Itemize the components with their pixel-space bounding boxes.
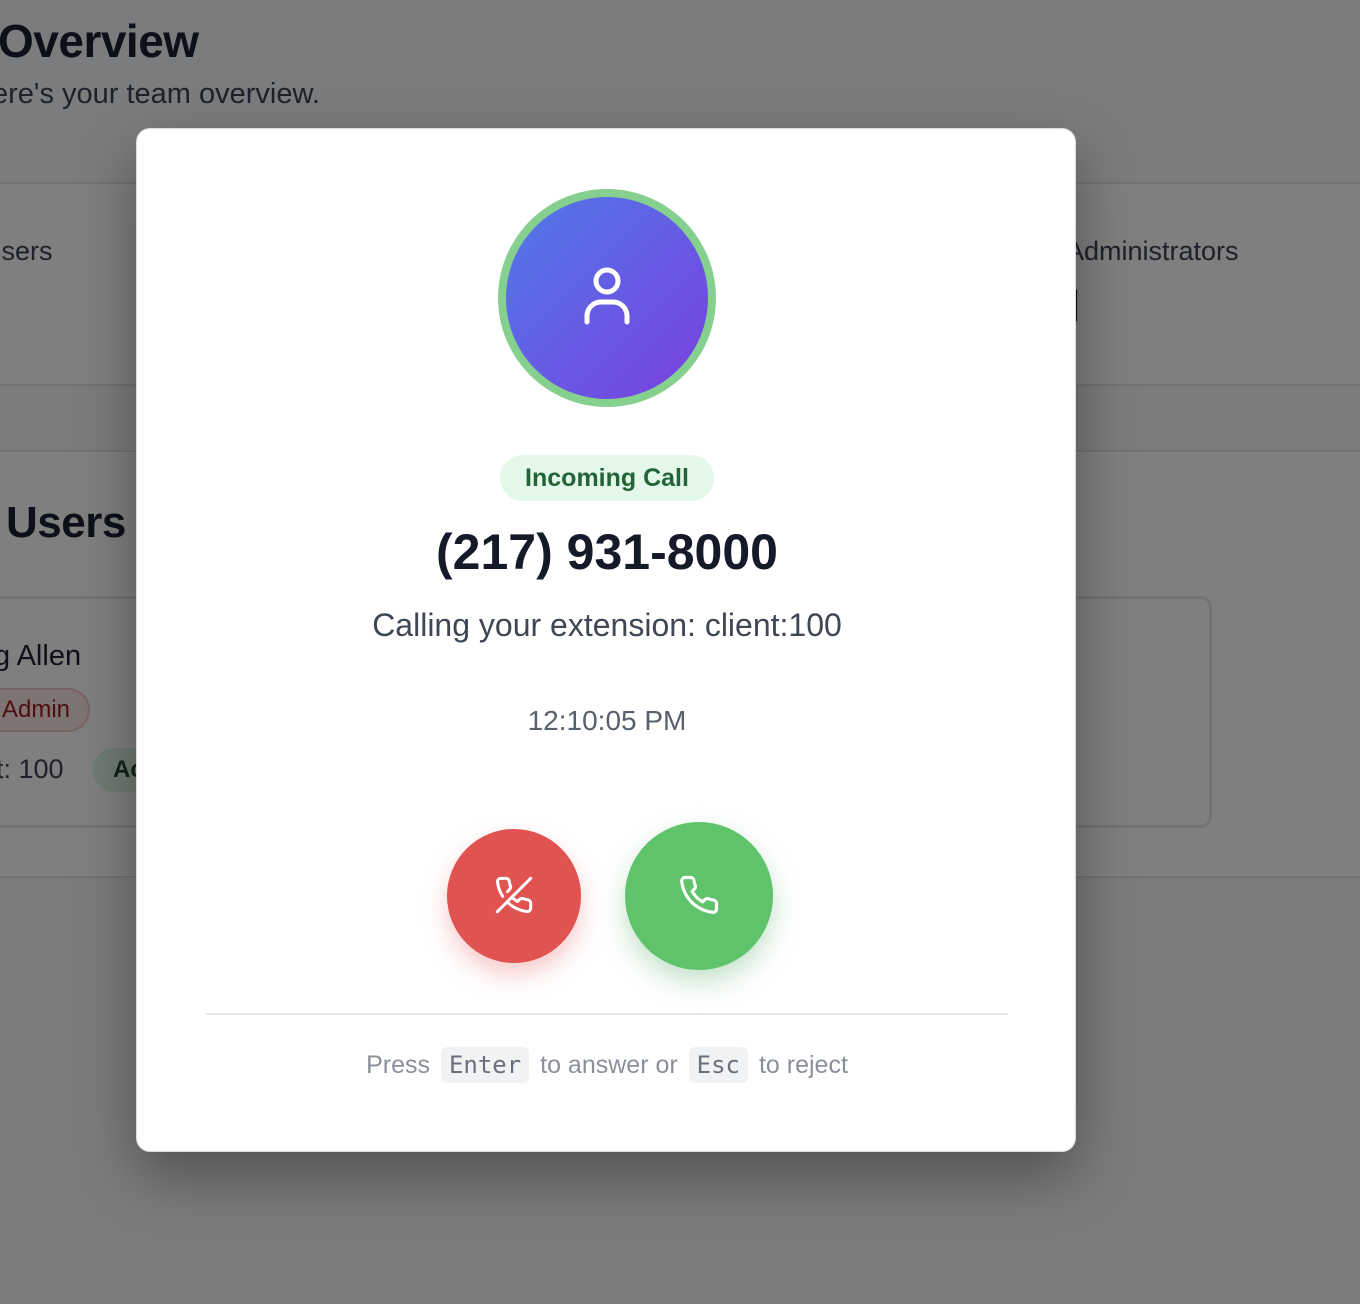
answer-call-button[interactable]: [625, 822, 773, 970]
reject-call-button[interactable]: [447, 829, 581, 963]
caller-phone-number: (217) 931-8000: [436, 524, 778, 580]
call-timestamp: 12:10:05 PM: [527, 705, 687, 736]
called-extension: Calling your extension: client:100: [372, 607, 842, 643]
caller-avatar-ring: [498, 189, 716, 407]
esc-key: Esc: [688, 1047, 749, 1083]
phone-icon: [678, 874, 720, 919]
phone-off-icon: [494, 875, 534, 918]
keyboard-hint: Press Enter to answer or Esc to reject: [137, 1047, 1077, 1083]
hint-end: to reject: [758, 1051, 848, 1079]
incoming-call-dialog: Incoming Call (217) 931-8000 Calling you…: [136, 128, 1076, 1152]
hint-middle: to answer or: [540, 1051, 678, 1079]
user-icon: [577, 264, 637, 333]
avatar: [506, 197, 708, 399]
enter-key: Enter: [440, 1047, 530, 1083]
hint-press: Press: [366, 1051, 430, 1079]
divider: [206, 1013, 1008, 1015]
incoming-call-badge: Incoming Call: [500, 455, 714, 501]
